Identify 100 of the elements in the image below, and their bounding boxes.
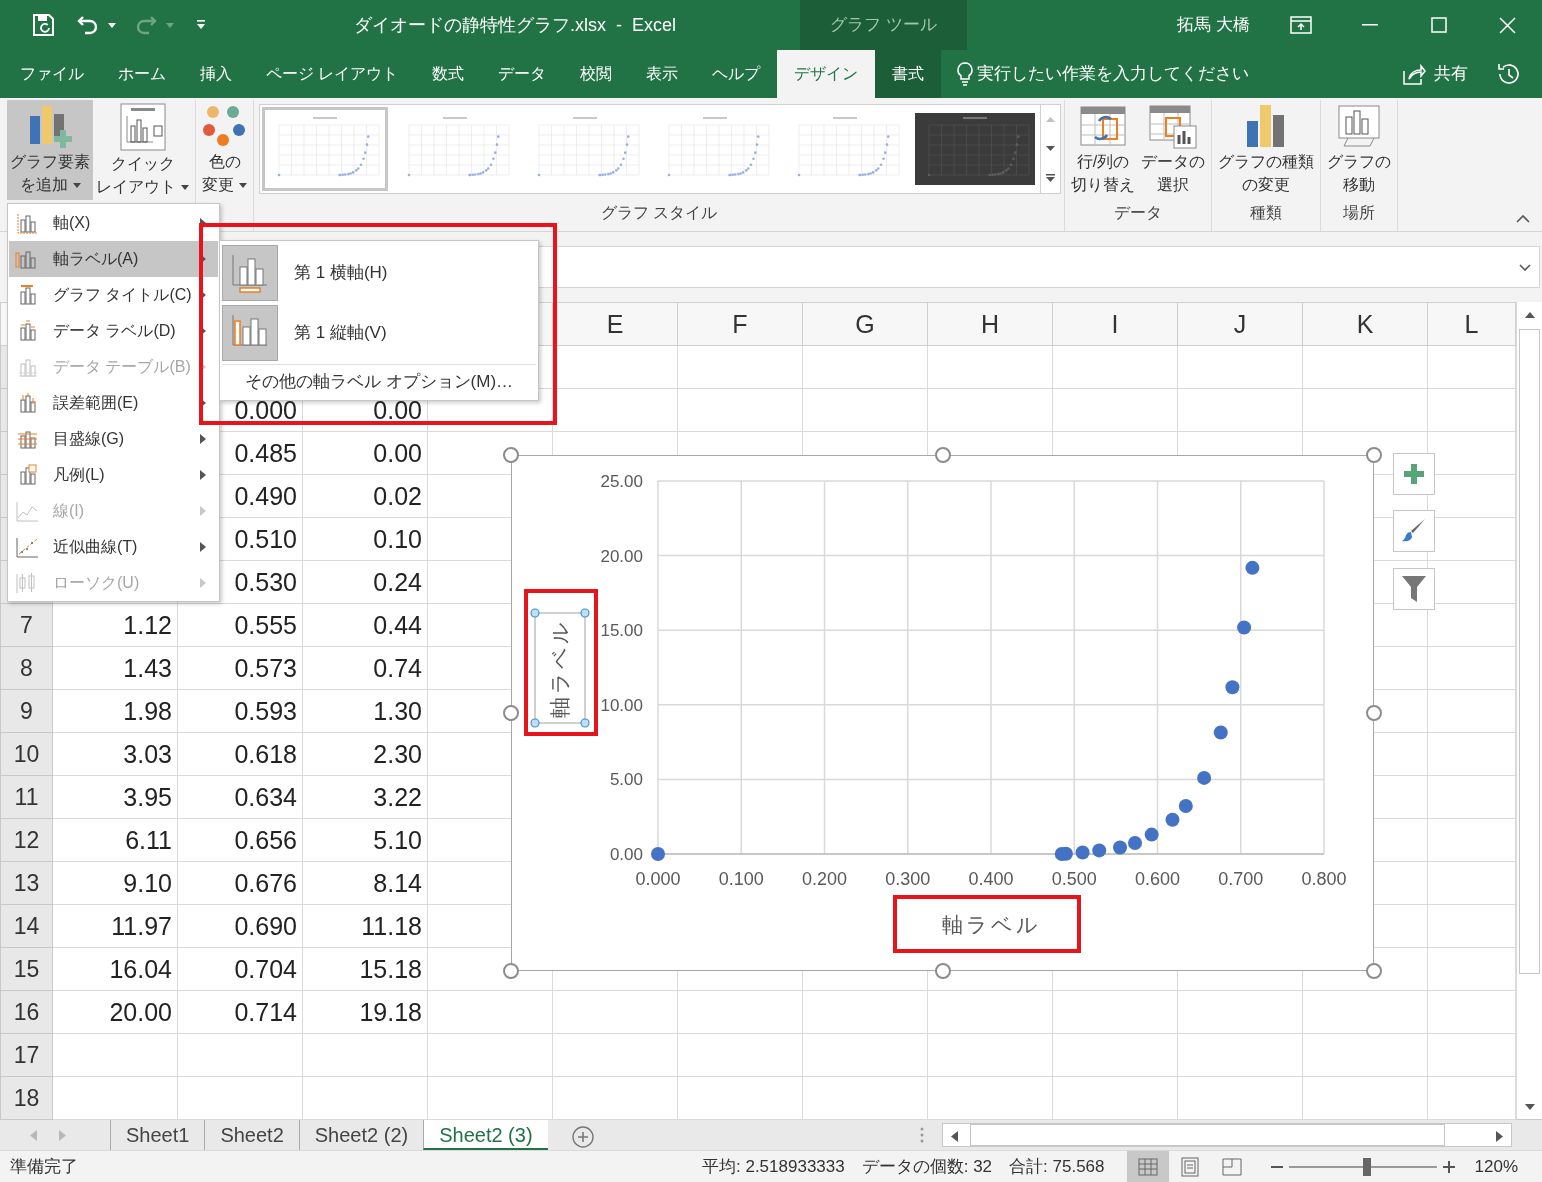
plus-icon[interactable] [1404,464,1424,484]
scroll-right-icon[interactable] [1496,1131,1503,1143]
row-header[interactable]: 18 [0,1076,53,1120]
data-point [1128,835,1142,850]
menu-item[interactable]: グラフ タイトル(C) [9,277,218,313]
caret-icon [181,185,189,191]
undo-icon[interactable] [76,14,100,36]
ribbon-tab[interactable]: 数式 [415,50,482,98]
ribbon-button[interactable]: クイック レイアウト [93,100,192,200]
column-header[interactable]: J [1177,302,1303,346]
row-header[interactable]: 9 [0,689,53,733]
menu-item[interactable]: 第 1 横軸(H) [222,243,536,303]
redo-icon[interactable] [134,14,158,36]
ribbon-tab[interactable]: ページ レイアウト [249,50,416,98]
maximize-icon[interactable] [1430,17,1447,33]
ribbon-tab[interactable]: 表示 [629,50,696,98]
scroll-down-icon[interactable] [1046,146,1055,152]
resize-handle[interactable] [503,963,519,979]
table-cell: 9.10 [52,861,178,905]
tick-label: 0.800 [1301,869,1347,889]
resize-handle[interactable] [1366,705,1382,721]
column-header[interactable]: I [1052,302,1178,346]
row-header[interactable]: 14 [0,904,53,948]
table-cell: 16.04 [52,947,178,991]
selection-frame[interactable] [530,608,590,728]
data-point [1237,620,1252,635]
menu-item[interactable]: 第 1 縦軸(V) [222,303,536,363]
ribbon-tab[interactable]: ファイル [0,50,101,98]
zoom-out-icon[interactable] [1270,1165,1283,1168]
sheet-tab[interactable]: Sheet2 (3) [423,1120,548,1150]
tell-me-search[interactable]: 実行したい作業を入力してください [977,61,1250,87]
row-header[interactable]: 11 [0,775,53,819]
page-layout-icon [1180,1156,1199,1177]
history-icon[interactable] [1496,61,1522,87]
menu-item[interactable]: 軸ラベル(A) [9,241,218,277]
column-header[interactable]: L [1427,302,1516,346]
group-label: 場所 [1343,204,1375,221]
brush-icon[interactable] [1401,518,1427,544]
bar-chart-icon [230,253,270,293]
scrollbar-thumb[interactable] [970,1124,1445,1146]
column-header[interactable]: F [677,302,803,346]
tick-label: 0.200 [802,869,847,889]
column-header[interactable]: H [927,302,1053,346]
scroll-left-icon[interactable] [951,1131,958,1143]
ribbon-button[interactable]: 行/列の 切り替え [1068,100,1138,200]
expand-icon[interactable] [1519,263,1531,271]
ribbon-button[interactable]: グラフ要素 を追加 [7,100,93,200]
menu-item[interactable]: データ ラベル(D) [9,313,218,349]
slider-thumb[interactable] [1362,1157,1371,1176]
ribbon-display-icon[interactable] [1289,16,1312,34]
ribbon-tab[interactable]: 校閲 [563,50,630,98]
minimize-icon[interactable] [1361,24,1378,26]
resize-handle[interactable] [503,705,519,721]
caret-icon [239,183,247,189]
tick-label: 0.300 [885,869,931,889]
ribbon-tab[interactable]: デザイン [777,50,876,98]
resize-handle[interactable] [1366,963,1382,979]
splitter-icon[interactable] [920,1127,924,1143]
row-header[interactable]: 8 [0,646,53,690]
ribbon-button[interactable]: グラフの種類 の変更 [1215,100,1317,200]
row-header[interactable]: 16 [0,990,53,1034]
row-header[interactable]: 13 [0,861,53,905]
ribbon-tab[interactable]: ホーム [101,50,183,98]
filter-icon[interactable] [1401,575,1427,603]
menu-item[interactable]: 軸(X) [9,205,218,241]
scrollbar-thumb[interactable] [1519,329,1540,974]
row-header[interactable]: 7 [0,603,53,647]
ribbon-tab[interactable]: 挿入 [183,50,249,98]
save-icon[interactable] [32,13,56,37]
ribbon-button[interactable]: 色の 変更 [199,100,250,200]
ribbon-tab[interactable]: データ [481,50,564,98]
column-header[interactable]: K [1302,302,1428,346]
close-icon[interactable] [1499,16,1516,34]
axis-title[interactable]: 軸ラベル [941,913,1041,936]
row-header[interactable]: 15 [0,947,53,991]
scroll-down-icon[interactable] [1524,1103,1535,1110]
row-header[interactable]: 17 [0,1033,53,1077]
data-point [1225,680,1240,695]
row-header[interactable]: 12 [0,818,53,862]
caret-icon[interactable] [108,22,116,28]
resize-handle[interactable] [503,447,519,463]
table-cell: 15.18 [302,947,428,991]
ribbon-button[interactable]: グラフの 移動 [1324,100,1394,200]
ribbon-button[interactable]: データの 選択 [1138,100,1208,200]
more-icon[interactable] [1046,174,1055,183]
share-button[interactable]: 共有 [1396,50,1474,98]
add-sheet-icon[interactable] [571,1125,594,1148]
row-header[interactable]: 10 [0,732,53,776]
tick-label: 0.000 [635,869,681,889]
ribbon-tab[interactable]: 書式 [875,50,942,98]
scroll-up-icon[interactable] [1524,311,1535,318]
view-button[interactable] [1126,1151,1169,1182]
column-header[interactable]: G [802,302,928,346]
resize-handle[interactable] [934,447,951,463]
ribbon-tab[interactable]: ヘルプ [695,50,778,98]
zoom-in-icon[interactable] [1442,1160,1455,1173]
zoom-level[interactable]: 120% [1474,1153,1518,1180]
resize-handle[interactable] [1366,447,1382,463]
customize-icon[interactable] [196,20,206,30]
collapse-ribbon-icon[interactable] [1516,215,1530,223]
